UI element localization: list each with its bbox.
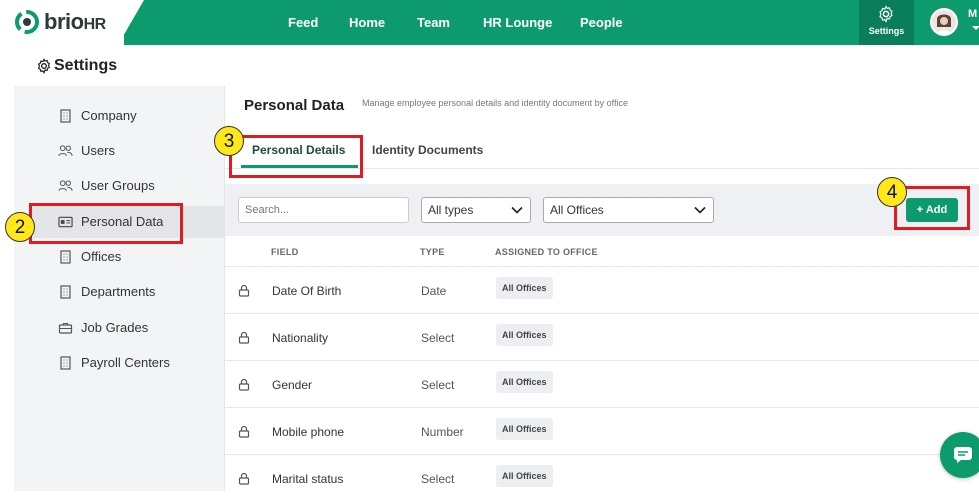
brand-name: brio	[44, 9, 84, 34]
user-photo-icon	[936, 14, 952, 34]
field-type: Select	[421, 331, 455, 345]
sidebar-item-departments[interactable]: Departments	[28, 276, 224, 308]
table-row[interactable]: Date Of Birth Date All Offices	[225, 267, 979, 314]
lock-icon	[238, 472, 250, 485]
sidebar-item-label: Job Grades	[81, 320, 149, 335]
gear-icon	[879, 5, 893, 23]
nav-team[interactable]: Team	[417, 0, 450, 45]
users-icon	[58, 145, 73, 156]
sidebar-item-offices[interactable]: Offices	[28, 241, 224, 273]
user-avatar[interactable]	[930, 8, 958, 36]
column-header-field[interactable]: FIELD	[271, 247, 299, 257]
field-type: Select	[421, 378, 455, 392]
table-row[interactable]: Nationality Select All Offices	[225, 314, 979, 361]
chat-launcher-button[interactable]	[940, 432, 979, 478]
nav-feed[interactable]: Feed	[288, 0, 318, 45]
brand-logo-text[interactable]: brioHR	[44, 9, 106, 35]
office-badge: All Offices	[496, 418, 553, 440]
sidebar-item-user-groups[interactable]: User Groups	[28, 170, 224, 202]
lock-icon	[238, 284, 250, 297]
step-callout-4: 4	[877, 177, 907, 207]
user-menu-caret-icon[interactable]	[972, 26, 979, 30]
building-icon	[60, 356, 71, 370]
column-header-assigned-office[interactable]: ASSIGNED TO OFFICE	[495, 247, 598, 257]
page-title: Settings	[54, 57, 118, 74]
nav-people[interactable]: People	[580, 0, 623, 45]
office-filter-select[interactable]: All Offices	[543, 197, 714, 223]
highlight-box-personal-data	[29, 203, 183, 244]
office-badge: All Offices	[496, 324, 553, 346]
step-callout-3: 3	[214, 126, 244, 156]
brio-logo-icon[interactable]	[14, 9, 40, 35]
sidebar-item-label: Company	[81, 108, 137, 123]
sidebar-item-label: Users	[81, 143, 115, 158]
chevron-down-icon	[694, 206, 706, 214]
office-filter-value: All Offices	[550, 203, 604, 217]
search-input[interactable]	[238, 197, 409, 223]
type-filter-select[interactable]: All types	[421, 197, 531, 223]
sidebar-item-label: User Groups	[81, 178, 155, 193]
chat-bubble-icon	[954, 447, 972, 463]
section-description: Manage employee personal details and ide…	[362, 98, 629, 108]
column-header-type[interactable]: TYPE	[420, 247, 445, 257]
highlight-box-personal-details-tab	[229, 135, 363, 178]
step-callout-2: 2	[5, 212, 35, 242]
building-icon	[60, 109, 71, 123]
field-name: Nationality	[272, 331, 329, 345]
field-type: Select	[421, 472, 455, 486]
tab-identity-documents[interactable]: Identity Documents	[372, 143, 483, 157]
sidebar-item-label: Departments	[81, 284, 156, 299]
filter-bar: All types All Offices	[225, 184, 979, 236]
briefcase-icon	[58, 322, 73, 334]
page-header: Settings	[0, 45, 979, 86]
field-type: Date	[421, 284, 447, 298]
table-header: FIELD TYPE ASSIGNED TO OFFICE	[225, 236, 979, 267]
top-navigation-bar: brioHR Feed Home Team HR Lounge People S…	[0, 0, 979, 45]
nav-home[interactable]: Home	[349, 0, 385, 45]
users-icon	[58, 180, 73, 191]
sidebar-item-job-grades[interactable]: Job Grades	[28, 312, 224, 344]
sidebar-item-payroll-centers[interactable]: Payroll Centers	[28, 347, 224, 379]
settings-label: Settings	[868, 26, 905, 36]
gear-icon	[37, 58, 51, 74]
nav-hr-lounge[interactable]: HR Lounge	[483, 0, 552, 45]
building-icon	[60, 250, 71, 264]
sidebar-item-label: Payroll Centers	[81, 355, 170, 370]
field-name: Marital status	[272, 472, 344, 486]
table-row[interactable]: Marital status Select All Offices	[225, 455, 979, 502]
section-title: Personal Data	[244, 97, 345, 114]
field-name: Date Of Birth	[272, 284, 342, 298]
sidebar-item-label: Offices	[81, 249, 122, 264]
sidebar-item-company[interactable]: Company	[28, 100, 224, 132]
settings-button[interactable]: Settings	[859, 0, 914, 45]
settings-sidebar: Company Users User Groups Personal Data …	[14, 86, 224, 491]
lock-icon	[238, 331, 250, 344]
table-row[interactable]: Mobile phone Number All Offices	[225, 408, 979, 455]
building-icon	[60, 285, 71, 299]
chevron-down-icon	[511, 206, 523, 214]
field-name: Gender	[272, 378, 313, 392]
user-initial[interactable]: M	[968, 8, 977, 20]
office-badge: All Offices	[496, 371, 553, 393]
brand-suffix: HR	[83, 16, 107, 33]
office-badge: All Offices	[496, 277, 553, 299]
lock-icon	[238, 378, 250, 391]
field-type: Number	[421, 425, 464, 439]
office-badge: All Offices	[496, 465, 553, 487]
lock-icon	[238, 425, 250, 438]
sidebar-item-users[interactable]: Users	[28, 135, 224, 167]
type-filter-value: All types	[428, 203, 474, 217]
table-row[interactable]: Gender Select All Offices	[225, 361, 979, 408]
field-name: Mobile phone	[272, 425, 345, 439]
